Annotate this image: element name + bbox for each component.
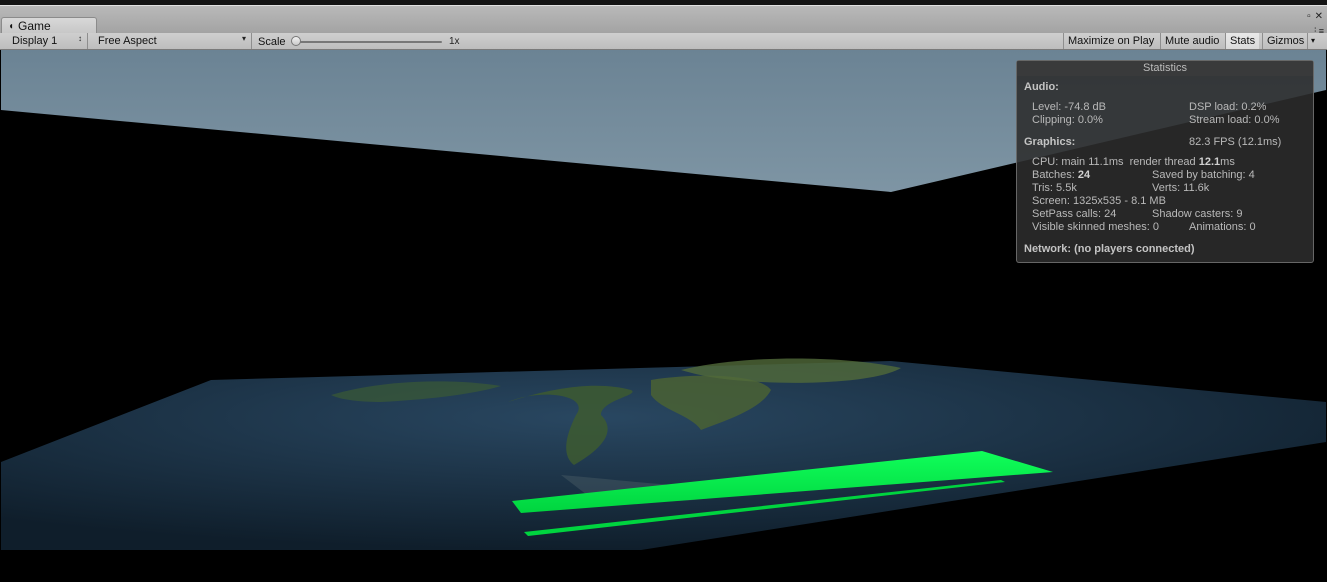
stream-load: Stream load: 0.0% [1189, 114, 1280, 126]
tab-game-label: Game [18, 19, 51, 33]
mute-audio-button[interactable]: Mute audio [1160, 33, 1223, 49]
fps: 82.3 FPS (12.1ms) [1189, 136, 1282, 148]
render-thread-label: render thread [1129, 156, 1196, 168]
game-toolbar: Display 1 ↕ Free Aspect ▾ Scale 1x Maxim… [0, 33, 1327, 50]
tab-bar: ◖ Game ▫ ✕ ⋮≡ [0, 5, 1327, 36]
dsp-load: DSP load: 0.2% [1189, 101, 1267, 113]
tris: Tris: 5.5k [1032, 182, 1077, 194]
window-controls: ▫ ✕ [1307, 12, 1323, 22]
display-dropdown[interactable]: Display 1 ↕ [6, 33, 88, 49]
aspect-dropdown[interactable]: Free Aspect ▾ [92, 33, 252, 49]
scale-label: Scale [258, 36, 286, 48]
screen-info: Screen: 1325x535 - 8.1 MB [1032, 195, 1166, 207]
statistics-title: Statistics [1017, 61, 1313, 76]
aspect-dropdown-label: Free Aspect [98, 35, 157, 47]
cpu-line: CPU: main 11.1ms render thread 12.1ms [1032, 156, 1235, 168]
scale-value: 1x [449, 36, 460, 47]
scale-slider-track[interactable] [296, 41, 442, 43]
gizmos-button[interactable]: Gizmos [1262, 33, 1308, 49]
setpass-calls: SetPass calls: 24 [1032, 208, 1117, 220]
graphics-heading: Graphics: [1024, 136, 1076, 148]
audio-heading: Audio: [1024, 81, 1059, 93]
maximize-on-play-button[interactable]: Maximize on Play [1063, 33, 1158, 49]
statistics-panel: Statistics Audio: Level: -74.8 dB DSP lo… [1016, 60, 1314, 263]
render-thread-unit: ms [1220, 156, 1235, 168]
dropdown-arrow-icon: ▾ [241, 34, 246, 43]
batches-value: 24 [1077, 169, 1091, 181]
stats-button[interactable]: Stats [1225, 33, 1260, 49]
batches: Batches: 24 [1032, 169, 1090, 181]
tab-game[interactable]: ◖ Game [1, 17, 97, 34]
animations: Animations: 0 [1189, 221, 1256, 233]
updown-arrow-icon: ↕ [78, 34, 82, 43]
game-tab-icon: ◖ [8, 20, 15, 32]
shadow-casters: Shadow casters: 9 [1152, 208, 1243, 220]
saved-by-batching: Saved by batching: 4 [1152, 169, 1255, 181]
render-thread-value: 12.1 [1198, 156, 1221, 168]
visible-skinned-meshes: Visible skinned meshes: 0 [1032, 221, 1159, 233]
cpu-main: CPU: main 11.1ms [1032, 156, 1124, 168]
verts: Verts: 11.6k [1152, 182, 1210, 194]
audio-level: Level: -74.8 dB [1032, 101, 1106, 113]
close-icon[interactable]: ✕ [1315, 12, 1323, 22]
network-status: Network: (no players connected) [1024, 243, 1195, 255]
scale-slider-thumb[interactable] [291, 36, 301, 46]
batches-label: Batches: [1032, 169, 1075, 181]
clipping: Clipping: 0.0% [1032, 114, 1103, 126]
display-dropdown-label: Display 1 [12, 35, 58, 47]
maximize-icon[interactable]: ▫ [1307, 12, 1311, 22]
gizmos-dropdown-icon[interactable]: ▾ [1307, 33, 1318, 49]
game-viewport[interactable]: Statistics Audio: Level: -74.8 dB DSP lo… [1, 50, 1326, 582]
